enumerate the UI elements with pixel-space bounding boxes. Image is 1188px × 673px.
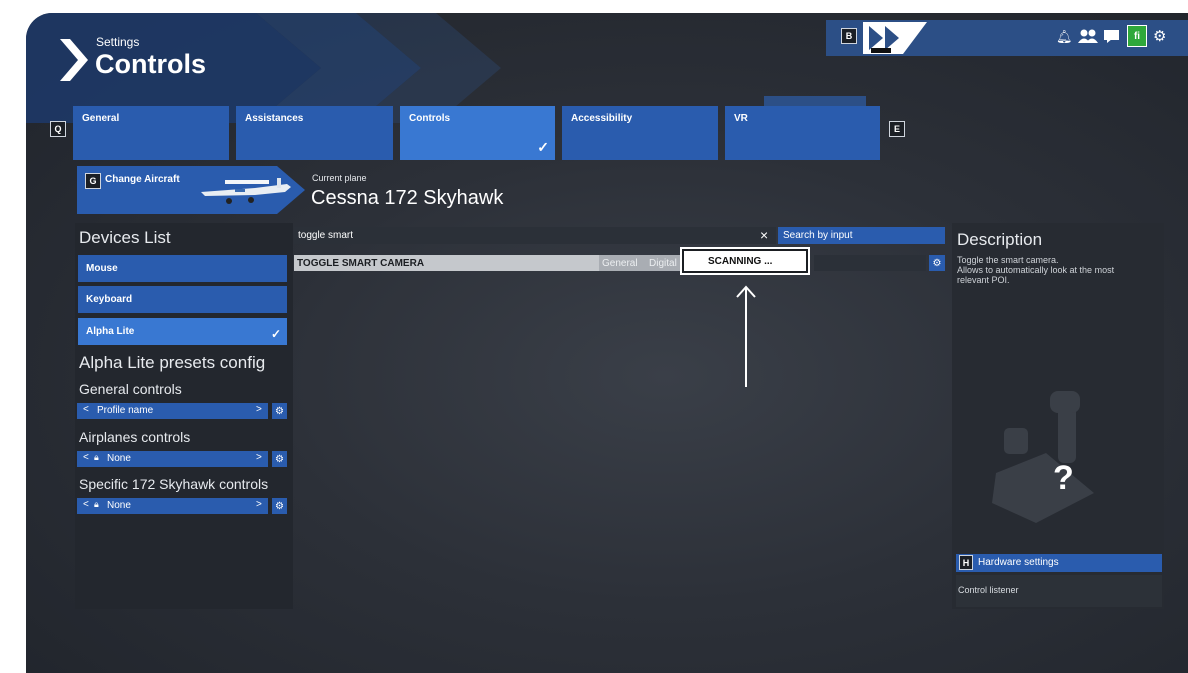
selected-check-icon: ✓ <box>537 139 549 155</box>
hardware-settings-button[interactable]: H Hardware settings <box>956 554 1162 572</box>
scanning-input-slot[interactable]: SCANNING ... <box>680 247 810 275</box>
header-subtitle: Settings <box>96 35 140 49</box>
bell-icon[interactable]: 🔔︎ <box>1056 29 1073 45</box>
gear-icon: ⚙ <box>932 257 942 269</box>
control-listener-button[interactable]: Control listener <box>956 575 1162 607</box>
lock-icon: 🔒︎ <box>94 499 99 509</box>
specific-controls-label: Specific 172 Skyhawk controls <box>79 476 269 492</box>
specific-controls-settings-button[interactable]: ⚙ <box>272 498 287 514</box>
key-hint-g: G <box>85 173 101 189</box>
binding-type-cell: Digital <box>646 255 682 271</box>
current-plane-label: Current plane <box>312 173 367 183</box>
description-text-3: relevant POI. <box>957 275 1010 285</box>
description-text-2: Allows to automatically look at the most <box>957 265 1115 275</box>
arrow-left-icon[interactable]: < <box>83 499 89 510</box>
tab-general[interactable]: General <box>73 106 229 160</box>
chat-icon[interactable] <box>1104 30 1119 43</box>
description-text-1: Toggle the smart camera. <box>957 255 1059 265</box>
devices-list-title: Devices List <box>79 228 171 247</box>
airplanes-controls-settings-button[interactable]: ⚙ <box>272 451 287 467</box>
description-title: Description <box>957 230 1043 249</box>
general-controls-label: General controls <box>79 381 182 397</box>
binding-name-cell: TOGGLE SMART CAMERA <box>294 255 599 271</box>
binding-category-cell: General <box>599 255 646 271</box>
gear-icon: ⚙ <box>275 500 284 512</box>
selector-value: Profile name <box>97 405 154 416</box>
flag-logo-icon <box>863 22 927 54</box>
key-hint-h: H <box>959 555 973 570</box>
tab-assistances[interactable]: Assistances <box>236 106 393 160</box>
settings-chevron-icon <box>60 39 88 81</box>
friends-icon[interactable] <box>1078 29 1098 43</box>
arrow-right-icon[interactable]: > <box>256 452 262 463</box>
search-by-input-button[interactable]: Search by input <box>778 227 945 244</box>
device-item-mouse[interactable]: Mouse <box>78 255 287 282</box>
key-hint-q: Q <box>50 121 66 137</box>
search-input[interactable]: toggle smart × <box>294 227 776 244</box>
change-aircraft-button[interactable]: G Change Aircraft <box>77 166 305 214</box>
device-item-keyboard[interactable]: Keyboard <box>78 286 287 313</box>
clear-search-icon[interactable]: × <box>760 227 768 243</box>
specific-controls-selector[interactable]: < 🔒︎ None > <box>77 498 268 514</box>
gear-icon[interactable]: ⚙ <box>1153 27 1166 45</box>
annotation-arrow <box>736 285 756 387</box>
current-plane-name: Cessna 172 Skyhawk <box>311 187 504 209</box>
arrow-left-icon[interactable]: < <box>83 452 89 463</box>
gear-icon: ⚙ <box>275 405 284 417</box>
page-title: Controls <box>95 49 206 79</box>
vr-tab-indicator <box>764 96 866 106</box>
search-input-value: toggle smart <box>298 230 354 241</box>
tab-accessibility[interactable]: Accessibility <box>562 106 718 160</box>
general-controls-selector[interactable]: < Profile name > <box>77 403 268 419</box>
selector-value: None <box>107 453 131 464</box>
device-item-alpha-lite[interactable]: Alpha Lite ✓ <box>78 318 287 345</box>
gear-icon: ⚙ <box>275 453 284 465</box>
airplanes-controls-selector[interactable]: < 🔒︎ None > <box>77 451 268 467</box>
marketplace-icon[interactable]: fi <box>1127 25 1147 47</box>
unknown-device-icon: ? <box>1053 459 1074 497</box>
aircraft-image <box>201 178 291 204</box>
arrow-left-icon[interactable]: < <box>83 404 89 415</box>
selector-value: None <box>107 500 131 511</box>
presets-title: Alpha Lite presets config <box>79 353 266 372</box>
arrow-right-icon[interactable]: > <box>256 499 262 510</box>
change-aircraft-label: Change Aircraft <box>105 174 180 185</box>
key-hint-b: B <box>841 28 857 44</box>
airplanes-controls-label: Airplanes controls <box>79 429 191 445</box>
general-controls-settings-button[interactable]: ⚙ <box>272 403 287 419</box>
selected-check-icon: ✓ <box>270 327 281 341</box>
game-window: Settings Controls B 🔔︎ fi ⚙ Q General As… <box>26 13 1188 673</box>
tab-controls[interactable]: Controls ✓ <box>400 106 555 160</box>
lock-icon: 🔒︎ <box>94 452 99 462</box>
arrow-right-icon[interactable]: > <box>256 404 262 415</box>
tab-vr[interactable]: VR <box>725 106 880 160</box>
binding-slot-2[interactable] <box>814 255 926 271</box>
binding-row[interactable]: TOGGLE SMART CAMERA General Digital ⚙ <box>294 255 945 273</box>
key-hint-e: E <box>889 121 905 137</box>
binding-settings-button[interactable]: ⚙ <box>929 255 945 271</box>
joystick-silhouette <box>992 391 1094 523</box>
